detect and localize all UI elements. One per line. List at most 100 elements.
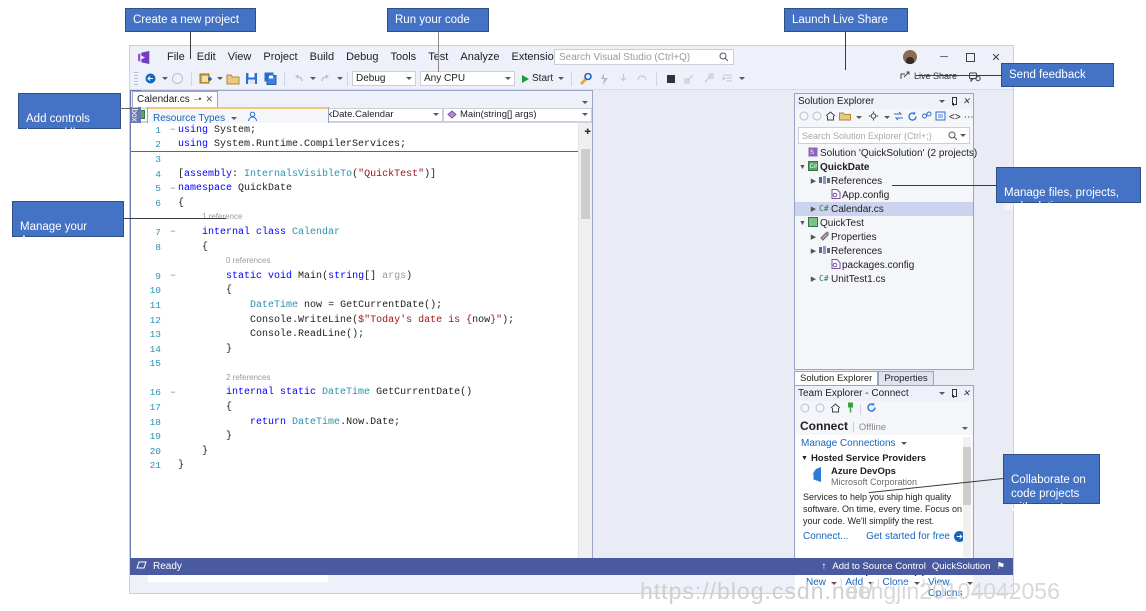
editor-tab-overflow-icon[interactable] <box>582 101 588 104</box>
pending-changes-caret-icon[interactable] <box>856 116 862 119</box>
undo-dropdown-icon[interactable] <box>310 77 316 80</box>
expander-icon[interactable]: ▶ <box>809 275 818 283</box>
resource-types-dropdown[interactable]: Resource Types <box>153 113 225 124</box>
solution-explorer-search-input[interactable]: Search Solution Explorer (Ctrl+;) <box>798 127 970 144</box>
nav-member-combo[interactable]: Main(string[] args) <box>443 108 592 122</box>
team-explorer-connect-header[interactable]: Connect | Offline <box>795 417 973 435</box>
forward-icon[interactable] <box>815 403 825 416</box>
indent-icon[interactable] <box>719 70 736 87</box>
connect-icon[interactable] <box>846 402 855 416</box>
pending-changes-icon[interactable] <box>839 111 851 124</box>
get-started-link[interactable]: Get started for free <box>866 531 950 542</box>
view-code-icon[interactable]: <> <box>949 112 961 123</box>
solution-tree-item-references[interactable]: ▶References <box>795 244 973 258</box>
menu-item-edit[interactable]: Edit <box>191 49 222 65</box>
solution-tree-item-packages-config[interactable]: packages.config <box>795 258 973 272</box>
se-tab-properties[interactable]: Properties <box>878 371 933 385</box>
expander-icon[interactable]: ▶ <box>809 233 818 241</box>
open-file-icon[interactable] <box>224 70 241 87</box>
connect-link[interactable]: Connect... <box>803 531 849 542</box>
manage-connections-caret-icon[interactable] <box>901 442 907 445</box>
solution-tree-item-properties[interactable]: ▶Properties <box>795 230 973 244</box>
redo-dropdown-icon[interactable] <box>337 77 343 80</box>
fold-toggle-icon[interactable]: − <box>168 227 178 237</box>
search-options-caret-icon[interactable] <box>960 134 966 137</box>
solution-explorer-pin-icon[interactable] <box>950 97 957 106</box>
se-tab-solution-explorer[interactable]: Solution Explorer <box>794 371 878 385</box>
show-all-files-icon[interactable] <box>935 111 946 124</box>
pin-icon[interactable]: ⎯• <box>194 94 202 105</box>
fold-toggle-icon[interactable]: − <box>168 184 178 194</box>
editor-tab-calendar-cs[interactable]: Calendar.cs ⎯• ✕ <box>132 91 218 107</box>
solution-configuration-combo[interactable]: Debug <box>352 71 416 86</box>
menu-item-view[interactable]: View <box>222 49 258 65</box>
scrollbar-thumb[interactable] <box>963 447 971 505</box>
hot-reload-icon[interactable] <box>596 70 613 87</box>
step-into-icon[interactable] <box>615 70 632 87</box>
navigate-back-icon[interactable] <box>142 70 159 87</box>
refresh-icon[interactable] <box>866 402 877 416</box>
team-explorer-dropdown-icon[interactable] <box>962 427 968 430</box>
editor-vertical-scrollbar[interactable]: ✚ <box>578 123 592 561</box>
sync-icon[interactable] <box>893 111 904 124</box>
code-area[interactable]: 1−using System;2using System.Runtime.Com… <box>131 123 592 561</box>
toolbar-grip[interactable] <box>134 72 138 86</box>
home-icon[interactable] <box>830 403 841 416</box>
team-explorer-close-icon[interactable]: ✕ <box>962 388 970 399</box>
collapse-all-icon[interactable] <box>921 111 932 124</box>
back-icon[interactable] <box>799 111 809 124</box>
solution-explorer-menu-icon[interactable] <box>939 100 945 103</box>
menu-item-project[interactable]: Project <box>257 49 303 65</box>
expander-icon[interactable]: ▶ <box>809 177 818 185</box>
refresh-icon[interactable] <box>907 111 918 125</box>
minimize-button[interactable]: ─ <box>931 47 957 67</box>
expander-icon[interactable]: ▶ <box>809 205 818 213</box>
fold-toggle-icon[interactable]: − <box>168 271 178 281</box>
menu-item-file[interactable]: File <box>161 49 191 65</box>
expander-icon[interactable]: ▶ <box>809 247 818 255</box>
menu-item-tools[interactable]: Tools <box>385 49 423 65</box>
redo-icon[interactable] <box>317 70 334 87</box>
menu-item-debug[interactable]: Debug <box>340 49 384 65</box>
undo-icon[interactable] <box>290 70 307 87</box>
zoom-in-icon[interactable]: ✚ <box>584 124 591 138</box>
solution-tree-item-calendar-cs[interactable]: ▶C#Calendar.cs <box>795 202 973 216</box>
comment-icon[interactable] <box>681 70 698 87</box>
save-icon[interactable] <box>243 70 260 87</box>
home-icon[interactable] <box>825 111 836 124</box>
avatar[interactable] <box>903 50 917 64</box>
solution-explorer-close-icon[interactable]: ✕ <box>962 96 970 107</box>
toolbar-overflow-icon[interactable] <box>739 77 745 80</box>
expander-icon[interactable]: ▼ <box>798 164 807 171</box>
resource-types-caret-icon[interactable] <box>231 117 237 120</box>
properties-icon[interactable] <box>868 111 879 124</box>
team-explorer-scrollbar[interactable] <box>963 437 971 557</box>
manage-connections-link[interactable]: Manage Connections <box>801 438 896 449</box>
back-icon[interactable] <box>800 403 810 416</box>
menu-item-analyze[interactable]: Analyze <box>454 49 505 65</box>
solution-tree-item-app-config[interactable]: App.config <box>795 188 973 202</box>
fold-toggle-icon[interactable]: − <box>168 125 178 135</box>
add-to-source-control[interactable]: Add to Source Control <box>832 561 925 572</box>
solution-platform-combo[interactable]: Any CPU <box>420 71 515 86</box>
start-debug-button[interactable]: Start <box>519 73 567 84</box>
uncomment-icon[interactable] <box>700 70 717 87</box>
solution-tree-item-solution-quicksolution-2-projects[interactable]: SSolution 'QuickSolution' (2 projects) <box>795 146 973 160</box>
notifications-icon[interactable]: ⚑ <box>996 561 1005 572</box>
expander-icon[interactable]: ▼ <box>798 220 807 227</box>
solution-tree-item-quickdate[interactable]: ▼C#QuickDate <box>795 160 973 174</box>
vs-search-input[interactable]: Search Visual Studio (Ctrl+Q) <box>554 49 734 65</box>
fold-toggle-icon[interactable]: − <box>168 388 178 398</box>
step-over-icon[interactable] <box>634 70 651 87</box>
solution-tree-item-unittest1-cs[interactable]: ▶C#UnitTest1.cs <box>795 272 973 286</box>
new-project-dropdown-icon[interactable] <box>217 77 223 80</box>
back-dropdown-icon[interactable] <box>162 77 168 80</box>
navigate-forward-icon[interactable] <box>169 70 186 87</box>
solution-tree-item-quicktest[interactable]: ▼QuickTest <box>795 216 973 230</box>
new-project-icon[interactable] <box>197 70 214 87</box>
hosted-service-providers-section[interactable]: ▼ Hosted Service Providers <box>801 453 967 464</box>
solution-explorer-overflow-icon[interactable]: ⋯ <box>964 112 974 123</box>
forward-icon[interactable] <box>812 111 822 124</box>
team-explorer-menu-icon[interactable] <box>939 392 945 395</box>
properties-caret-icon[interactable] <box>884 116 890 119</box>
